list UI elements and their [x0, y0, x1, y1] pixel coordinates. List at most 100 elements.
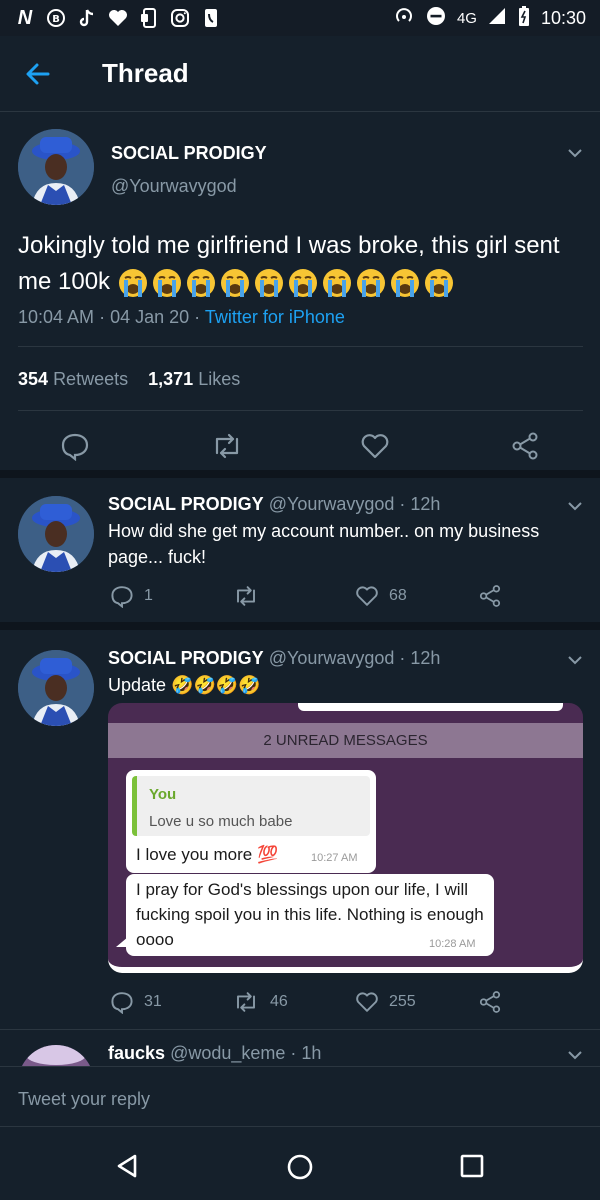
reply-header: SOCIAL PRODIGY @Yourwavygod · 12h: [108, 494, 441, 514]
bubble-tail: [116, 937, 128, 947]
svg-text:B: B: [52, 14, 60, 25]
back-triangle-icon[interactable]: [115, 1153, 141, 1184]
heart-icon: [356, 586, 378, 606]
author-name[interactable]: SOCIAL PRODIGY: [108, 648, 264, 668]
retweet-icon: [237, 586, 255, 606]
reply-header: SOCIAL PRODIGY @Yourwavygod · 12h: [108, 648, 441, 668]
loudly-crying-face-icon: [253, 267, 285, 299]
share-icon: [512, 432, 538, 460]
loudly-crying-face-icon: [423, 267, 455, 299]
retweet-button[interactable]: [210, 431, 244, 461]
author-handle[interactable]: @wodu_keme: [170, 1043, 285, 1063]
author-handle[interactable]: @Yourwavygod: [111, 176, 237, 197]
network-type: 4G: [456, 9, 477, 27]
instagram-icon: [169, 7, 191, 29]
reply-button[interactable]: 31: [110, 990, 162, 1014]
tweet-meta: 10:04 AM · 04 Jan 20 · Twitter for iPhon…: [18, 307, 345, 327]
avatar[interactable]: [18, 650, 94, 726]
home-circle-icon[interactable]: [286, 1153, 314, 1186]
like-count[interactable]: 1,371: [148, 369, 193, 389]
like-button[interactable]: [360, 431, 390, 461]
tweet-time: 10:04 AM: [18, 307, 95, 327]
previous-bubble-edge: [298, 703, 563, 711]
reply-icon: [61, 433, 89, 461]
hotspot-icon: [393, 5, 415, 32]
reply-composer[interactable]: Tweet your reply: [0, 1066, 600, 1126]
tweet-text: How did she get my account number.. on m…: [108, 521, 540, 567]
likes-label: Likes: [198, 369, 241, 389]
recents-square-icon[interactable]: [460, 1154, 484, 1183]
share-button[interactable]: [478, 990, 502, 1014]
tiktok-icon: [76, 7, 98, 29]
retweets-label: Retweets: [53, 369, 129, 389]
reply-icon: [111, 586, 133, 608]
share-icon: [479, 991, 501, 1013]
share-button[interactable]: [478, 584, 502, 608]
tweet-image[interactable]: 2 UNREAD MESSAGES You Love u so much bab…: [108, 703, 583, 973]
like-button[interactable]: 68: [355, 584, 407, 608]
retweet-icon: [215, 433, 239, 459]
tweet-text: Update 🤣🤣🤣🤣: [108, 675, 261, 695]
tweet-age: 12h: [410, 494, 441, 514]
unread-banner: 2 UNREAD MESSAGES: [108, 723, 583, 758]
reply-icon: [111, 992, 133, 1014]
author-handle[interactable]: @Yourwavygod: [269, 648, 395, 668]
n-icon: N: [17, 6, 33, 29]
like-count: 255: [389, 993, 416, 1010]
back-arrow-icon[interactable]: [22, 58, 54, 90]
message-text: I love you more 💯: [136, 845, 279, 864]
retweet-icon: [237, 992, 255, 1012]
tweet-source[interactable]: Twitter for iPhone: [205, 307, 345, 327]
like-count: 68: [389, 587, 407, 604]
main-tweet: SOCIAL PRODIGY @Yourwavygod Jokingly tol…: [0, 113, 600, 478]
chevron-down-icon[interactable]: [565, 1045, 585, 1065]
avatar[interactable]: [18, 129, 94, 205]
loudly-crying-face-icon: [389, 267, 421, 299]
author-name[interactable]: SOCIAL PRODIGY: [108, 494, 264, 514]
loudly-crying-face-icon: [151, 267, 183, 299]
heart-icon: [356, 992, 378, 1012]
loudly-crying-face-icon: [117, 267, 149, 299]
reply-header: faucks @wodu_keme · 1h: [108, 1043, 322, 1063]
retweet-button[interactable]: 46: [232, 990, 288, 1014]
tweet-age: 1h: [301, 1043, 322, 1063]
phone-icon: [200, 7, 222, 29]
author-name[interactable]: faucks: [108, 1043, 165, 1063]
message-time: 10:27 AM: [311, 852, 358, 864]
mobile-icon: [138, 7, 160, 29]
notification-icons: N B: [14, 7, 222, 29]
loudly-crying-face-icon: [355, 267, 387, 299]
retweet-count[interactable]: 354: [18, 369, 48, 389]
retweet-count: 46: [270, 993, 288, 1010]
author-name[interactable]: SOCIAL PRODIGY: [111, 143, 267, 164]
like-button[interactable]: 255: [355, 990, 416, 1014]
reply-count: 31: [144, 993, 162, 1010]
b-circle-icon: B: [45, 7, 67, 29]
tweet-text: Jokingly told me girlfriend I was broke,…: [18, 228, 588, 300]
avatar[interactable]: [18, 496, 94, 572]
loudly-crying-face-icon: [321, 267, 353, 299]
reply-button[interactable]: [60, 431, 90, 461]
share-button[interactable]: [510, 431, 540, 461]
dnd-icon: [425, 5, 447, 32]
system-nav-bar: [0, 1126, 600, 1200]
avatar[interactable]: [18, 1045, 94, 1067]
retweet-button[interactable]: [232, 584, 260, 608]
reply-tweet[interactable]: faucks @wodu_keme · 1h: [0, 1031, 600, 1067]
status-bar: N B 4G 10:30: [0, 0, 600, 36]
share-icon: [479, 585, 501, 607]
divider: [18, 346, 583, 347]
system-indicators: 4G 10:30: [393, 5, 586, 32]
reply-count: 1: [144, 587, 153, 604]
tweet-stats: 354 Retweets 1,371 Likes: [18, 369, 240, 390]
chevron-down-icon[interactable]: [565, 650, 585, 670]
chat-bubble: You Love u so much babe I love you more …: [126, 770, 376, 873]
author-handle[interactable]: @Yourwavygod: [269, 494, 395, 514]
reply-input[interactable]: Tweet your reply: [18, 1089, 150, 1110]
reply-button[interactable]: 1: [110, 584, 153, 608]
quote-text: Love u so much babe: [149, 813, 293, 830]
reply-tweet[interactable]: SOCIAL PRODIGY @Yourwavygod · 12h How di…: [0, 478, 600, 630]
chevron-down-icon[interactable]: [565, 143, 585, 163]
quote-author: You: [149, 786, 177, 803]
chevron-down-icon[interactable]: [565, 496, 585, 516]
